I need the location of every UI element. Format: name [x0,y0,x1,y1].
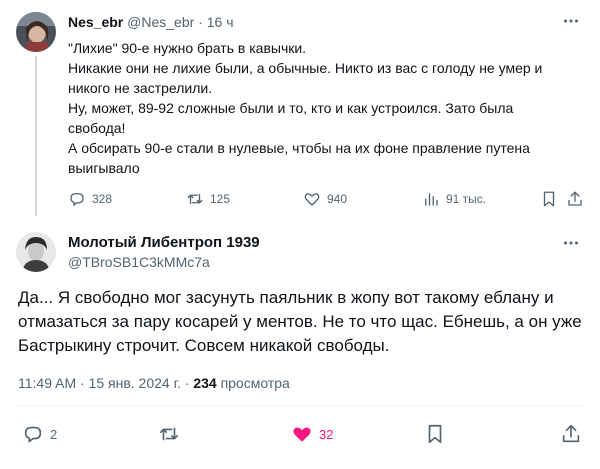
main-repost-button[interactable] [158,422,180,446]
tweet-timestamp-row: 11:49 AM · 15 янв. 2024 г. · 234 просмот… [18,375,290,391]
main-author-handle[interactable]: @TBroSB1C3kMMc7a [68,254,210,270]
more-horizontal-icon [564,19,578,23]
main-text-line: Да... Я свободно мог засунуть паяльник в… [18,288,554,307]
reply-icon [70,193,84,207]
repost-icon [159,427,179,441]
bookmark-icon [543,191,555,207]
header-separator: · [198,14,203,30]
bookmark-icon [428,424,442,444]
repost-icon [187,193,203,205]
divider [18,405,584,406]
tweet-timestamp[interactable]: 11:49 AM · 15 янв. 2024 г. · [18,375,189,391]
parent-author-handle[interactable]: @Nes_ebr [127,14,194,30]
parent-bookmark-button[interactable] [540,188,558,210]
parent-repost-count: 125 [210,192,231,206]
main-tweet[interactable]: Молотый Либентроп 1939 @TBroSB1C3kMMc7a … [0,222,600,469]
parent-text-line: Ну, может, 89-92 сложные были и то, кто … [68,100,514,116]
parent-tweet-header: Nes_ebr @Nes_ebr · 16 ч [68,14,234,30]
main-like-count: 32 [319,426,334,442]
main-share-button[interactable] [560,422,582,446]
views-bar-chart-icon [425,193,438,206]
parent-action-bar: 328 125 940 91 тыс. [68,188,588,210]
main-action-bar: 2 32 [18,422,584,446]
parent-reply-button[interactable]: 328 [68,188,112,210]
parent-text-line: А обсирать 90-е стали в нулевые, чтобы н… [68,140,530,156]
main-reply-button[interactable]: 2 [22,422,57,446]
share-icon [568,191,582,206]
main-text-line: отмазаться за пару косарей у ментов. Не … [18,312,582,331]
main-more-button[interactable] [562,234,580,257]
parent-tweet[interactable]: Nes_ebr @Nes_ebr · 16 ч "Лихие" 90-е нуж… [0,0,600,216]
heart-icon [304,193,320,206]
main-author-name[interactable]: Молотый Либентроп 1939 [68,234,260,251]
parent-reply-count: 328 [92,192,113,206]
main-text-line: Бастрыкину строчит. Совсем никакой свобо… [18,336,390,355]
main-tweet-text: Да... Я свободно мог засунуть паяльник в… [18,286,588,358]
parent-like-count: 940 [327,192,348,206]
heart-icon [293,427,311,442]
view-count: 234 [193,375,217,391]
main-author-avatar[interactable] [16,232,56,272]
main-reply-count: 2 [50,426,58,442]
reply-icon [24,426,42,443]
parent-text-line: Никакие они не лихие были, а обычные. Ни… [68,60,543,76]
parent-view-count: 91 тыс. [446,192,487,206]
parent-views-button[interactable]: 91 тыс. [422,188,486,210]
more-horizontal-icon [564,241,578,245]
parent-more-button[interactable] [562,12,580,35]
main-bookmark-button[interactable] [424,422,446,446]
parent-repost-button[interactable]: 125 [186,188,230,210]
main-like-button[interactable]: 32 [291,422,333,446]
parent-text-line: "Лихие" 90-е нужно брать в кавычки. [68,40,307,56]
parent-tweet-text: "Лихие" 90-е нужно брать в кавычки. Ника… [68,38,578,178]
view-count-label: просмотра [220,375,290,391]
parent-like-button[interactable]: 940 [303,188,347,210]
parent-author-name[interactable]: Nes_ebr [68,14,123,30]
parent-text-line: никого не застрелили. [68,80,213,96]
parent-share-button[interactable] [566,188,584,210]
parent-text-line: выигывало [68,160,140,176]
parent-author-avatar[interactable] [16,12,56,52]
parent-tweet-age[interactable]: 16 ч [207,14,234,30]
parent-text-line: свобода! [68,120,126,136]
share-icon [562,424,580,443]
thread-connector-line [35,56,37,216]
